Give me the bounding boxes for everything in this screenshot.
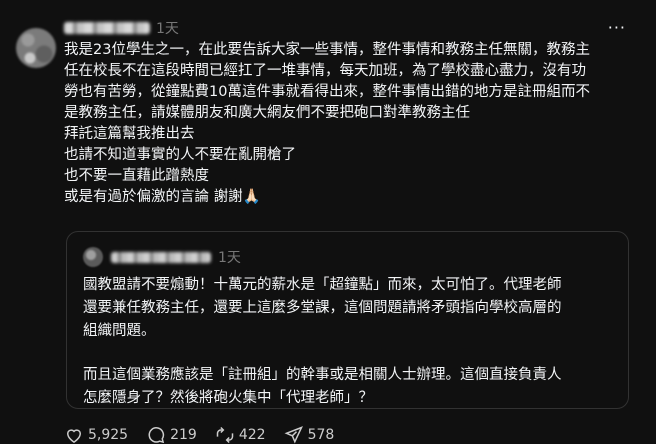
quote-line: 還要兼任教務主任，還要上這麼多堂課，這個問題請將矛頭指向學校高層的 [83, 300, 562, 316]
more-options-icon[interactable]: ··· [608, 18, 626, 38]
quoted-author-avatar[interactable] [83, 247, 103, 267]
quoted-post-body: 國教盟請不要煽動！十萬元的薪水是「超鐘點」而來，太可怕了。代理老師 還要兼任教務… [83, 274, 613, 410]
like-count: 5,925 [88, 427, 129, 443]
post-line: 也請不知道事實的人不要在亂開槍了 [64, 147, 296, 163]
comment-button[interactable]: 219 [146, 425, 197, 444]
comment-icon [148, 427, 165, 444]
post-line: 勞也有苦勞，從鐘點費10萬這件事就看得出來，整件事情出錯的地方是註冊組而不 [64, 84, 590, 100]
repost-button[interactable]: 422 [215, 425, 266, 444]
quoted-post-time: 1天 [218, 250, 241, 266]
author-avatar[interactable] [16, 28, 56, 68]
action-bar: 5,925 219 422 578 [64, 424, 352, 444]
author-username-blurred[interactable] [64, 22, 150, 34]
quote-line: 而且這個業務應該是「註冊組」的幹事或是相關人士辦理。這個直接負責人 [83, 367, 562, 383]
quoted-author-username-blurred[interactable] [111, 251, 211, 263]
comment-count: 219 [170, 427, 197, 443]
send-icon [284, 426, 303, 444]
heart-icon [66, 429, 82, 443]
post-line: 我是23位學生之一，在此要告訴大家一些事情，整件事情和教務主任無關，教務主 [64, 42, 590, 58]
share-button[interactable]: 578 [284, 425, 335, 444]
quote-line: 國教盟請不要煽動！十萬元的薪水是「超鐘點」而來，太可怕了。代理老師 [83, 277, 562, 293]
quote-line: 組織問題。 [83, 323, 156, 339]
repost-count: 422 [238, 427, 266, 443]
post-body: 我是23位學生之一，在此要告訴大家一些事情，整件事情和教務主任無關，教務主 任在… [64, 40, 642, 208]
repost-icon [216, 426, 234, 444]
post-line: 任在校長不在這段時間已經扛了一堆事情，每天加班，為了學校盡心盡力，沒有功 [64, 63, 586, 79]
post-time: 1天 [156, 21, 179, 37]
post-header: 1天 ··· [64, 16, 644, 40]
post-line: 也不要一直藉此蹭熱度 [64, 168, 209, 184]
quoted-post-header: 1天 [83, 246, 241, 268]
quoted-post[interactable]: 1天 國教盟請不要煽動！十萬元的薪水是「超鐘點」而來，太可怕了。代理老師 還要兼… [66, 231, 629, 409]
post-line: 是教務主任，請媒體朋友和廣大網友們不要把砲口對準教務主任 [64, 105, 470, 121]
post-line: 或是有過於偏激的言論 謝謝🙏🏻 [64, 189, 261, 205]
share-count: 578 [307, 427, 335, 443]
quote-line: 怎麼隱身了？然後將砲火集中「代理老師」？ [83, 390, 373, 406]
post-line: 拜託這篇幫我推出去 [64, 126, 195, 142]
like-button[interactable]: 5,925 [64, 425, 128, 444]
